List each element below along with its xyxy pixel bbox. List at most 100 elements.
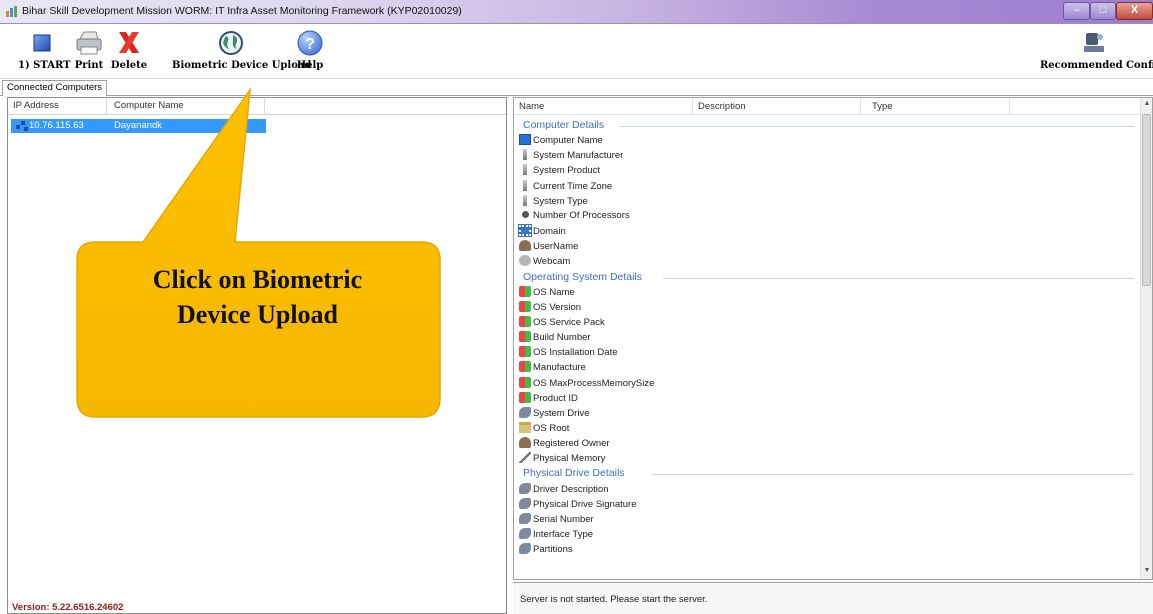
list-item[interactable]: OS Service Pack: [519, 315, 605, 331]
list-item[interactable]: System Type: [519, 194, 588, 210]
windows-icon: [519, 300, 531, 312]
windows-icon: [519, 361, 531, 373]
column-header-computer-name[interactable]: Computer Name: [114, 100, 184, 111]
item-label: Interface Type: [533, 529, 594, 541]
row-computer-name: Dayanandk: [114, 120, 163, 131]
list-item[interactable]: Number Of Processors: [519, 210, 630, 225]
list-item[interactable]: Interface Type: [519, 528, 593, 543]
item-label: Partitions: [533, 544, 573, 556]
help-glyph: ?: [305, 36, 315, 53]
column-divider[interactable]: [692, 98, 693, 115]
delete-x-icon: [119, 32, 139, 53]
print-button[interactable]: Print: [74, 29, 104, 75]
list-item[interactable]: Product ID: [519, 391, 578, 407]
column-header-type[interactable]: Type: [872, 101, 893, 112]
network-icon: [518, 224, 532, 238]
item-label: Physical Drive Signature: [533, 498, 637, 510]
list-item[interactable]: UserName: [519, 240, 578, 255]
monitor-icon: [519, 134, 531, 146]
group-divider: [663, 277, 1134, 279]
column-divider[interactable]: [1009, 98, 1010, 115]
item-label: Webcam: [533, 256, 571, 268]
item-label: OS Installation Date: [533, 347, 618, 359]
help-button[interactable]: ? Help: [290, 29, 330, 75]
user-icon: [519, 437, 531, 449]
network-computer-icon: [16, 121, 28, 131]
list-item[interactable]: System Product: [519, 164, 600, 179]
scroll-thumb[interactable]: [1142, 114, 1151, 286]
item-label: Computer Name: [533, 135, 603, 147]
group-title: Operating System Details: [523, 270, 643, 283]
list-item[interactable]: OS MaxProcessMemorySize: [519, 376, 654, 392]
user-icon: [519, 240, 531, 252]
column-header-description[interactable]: Description: [698, 101, 746, 112]
list-item[interactable]: Physical Drive Signature: [519, 497, 637, 513]
row-ip-address: 10.76.115.63: [29, 120, 84, 131]
item-label: UserName: [533, 241, 579, 253]
list-item[interactable]: Webcam: [519, 255, 570, 270]
item-label: System Product: [533, 165, 601, 177]
toolbar: 1) START Print Delete Biometric Device U…: [0, 25, 1153, 79]
biometric-device-upload-label: Biometric Device Upload: [172, 60, 312, 71]
column-divider[interactable]: [860, 98, 861, 115]
list-item[interactable]: System Drive: [519, 406, 589, 422]
dot-icon: [522, 210, 529, 218]
drive-icon: [519, 497, 531, 509]
list-item[interactable]: 10.76.115.63 Dayanandk: [11, 119, 266, 133]
start-label: 1) START: [18, 60, 71, 71]
scroll-down-icon[interactable]: ▼: [1141, 567, 1153, 574]
recommended-configuration-button[interactable]: Recommended Configuration: [1040, 29, 1153, 75]
list-item[interactable]: Registered Owner: [519, 437, 610, 452]
title-bar: Bihar Skill Development Mission WORM: IT…: [0, 0, 1153, 24]
status-text: Server is not started. Please start the …: [520, 594, 708, 605]
windows-icon: [519, 285, 531, 297]
column-divider[interactable]: [264, 98, 265, 114]
list-item[interactable]: OS Installation Date: [519, 346, 618, 361]
group-divider: [618, 126, 1134, 127]
windows-icon: [519, 391, 531, 403]
item-label: OS Root: [533, 423, 570, 434]
delete-label: Delete: [110, 60, 148, 71]
bar-icon: [523, 194, 527, 206]
windows-icon: [519, 376, 531, 388]
list-item[interactable]: Serial Number: [519, 512, 594, 528]
drive-icon: [519, 543, 531, 555]
list-header: IP Address Computer Name: [8, 98, 506, 115]
callout-line-1: Click on Biometric: [152, 265, 363, 294]
column-divider[interactable]: [106, 98, 107, 114]
list-item[interactable]: Computer Name: [519, 134, 603, 149]
maximize-button[interactable]: □: [1090, 2, 1116, 20]
list-item[interactable]: Current Time Zone: [519, 179, 613, 195]
tab-connected-computers[interactable]: Connected Computers: [2, 80, 108, 96]
item-label: Manufacture: [533, 362, 586, 374]
details-scrollbar[interactable]: ▲ ▼: [1140, 98, 1152, 579]
group-divider: [652, 474, 1134, 476]
list-item[interactable]: Build Number: [519, 331, 591, 346]
list-item[interactable]: Manufacture: [519, 361, 586, 376]
minimize-button[interactable]: –: [1063, 2, 1090, 20]
list-item[interactable]: OS Name: [519, 285, 575, 301]
start-button[interactable]: 1) START: [18, 29, 71, 75]
close-button[interactable]: X: [1116, 2, 1153, 20]
list-item[interactable]: System Manufacturer: [519, 149, 623, 164]
callout-line-2: Device Upload: [176, 300, 339, 329]
list-item[interactable]: Partitions: [519, 543, 573, 558]
bar-icon: [523, 149, 527, 161]
column-header-name[interactable]: Name: [519, 101, 544, 112]
list-item[interactable]: OS Root: [519, 422, 569, 437]
scroll-up-icon[interactable]: ▲: [1141, 100, 1153, 107]
column-header-ip-address[interactable]: IP Address: [13, 100, 59, 111]
webcam-icon: [519, 255, 531, 267]
windows-icon: [519, 331, 531, 343]
biometric-device-upload-button[interactable]: Biometric Device Upload: [172, 29, 312, 75]
globe-upload-icon: [219, 31, 243, 55]
list-item[interactable]: Domain: [518, 224, 566, 240]
memory-icon: [519, 452, 531, 464]
list-item[interactable]: Driver Description: [519, 482, 609, 498]
list-item[interactable]: OS Version: [519, 300, 581, 316]
connected-computers-list: IP Address Computer Name 10.76.115.63 Da…: [7, 97, 507, 614]
version-label: Version: 5.22.6516.24602: [12, 602, 124, 613]
delete-button[interactable]: Delete: [110, 29, 148, 75]
list-item[interactable]: Physical Memory: [519, 452, 605, 467]
item-label: Current Time Zone: [533, 180, 613, 192]
